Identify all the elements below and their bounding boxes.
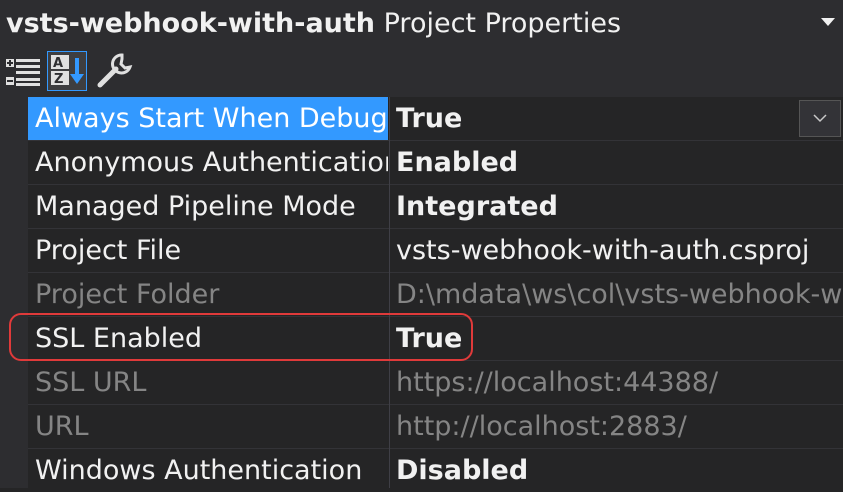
property-name[interactable]: Anonymous Authentication bbox=[28, 141, 388, 184]
property-row-url[interactable]: URL http://localhost:2883/ bbox=[28, 405, 843, 448]
property-value[interactable]: Enabled bbox=[390, 141, 843, 184]
property-pages-button[interactable] bbox=[94, 51, 134, 91]
property-name[interactable]: URL bbox=[28, 405, 388, 448]
object-selector-dropdown-icon[interactable] bbox=[821, 18, 835, 26]
chevron-down-icon bbox=[813, 114, 827, 123]
property-value[interactable]: vsts-webhook-with-auth.csproj bbox=[390, 229, 843, 272]
wrench-icon bbox=[97, 53, 133, 88]
svg-text:Z: Z bbox=[54, 72, 63, 87]
property-grid: Always Start When Debugging True Anonymo… bbox=[0, 97, 843, 488]
column-separator[interactable] bbox=[389, 97, 390, 488]
property-name[interactable]: Project Folder bbox=[28, 273, 388, 316]
alphabetical-button[interactable]: A Z bbox=[47, 51, 87, 91]
property-row-project-folder[interactable]: Project Folder D:\mdata\ws\col\vsts-webh… bbox=[28, 273, 843, 316]
property-name[interactable]: Always Start When Debugging bbox=[28, 97, 388, 140]
header-title: Project Properties bbox=[383, 8, 622, 39]
ssl-enabled-highlight-ring bbox=[9, 313, 473, 361]
property-row-windows-authentication[interactable]: Windows Authentication Disabled bbox=[28, 449, 843, 492]
alphabetical-icon: A Z bbox=[51, 55, 84, 87]
categorized-icon bbox=[6, 59, 40, 86]
property-name[interactable]: Windows Authentication bbox=[28, 449, 388, 492]
property-name[interactable]: Managed Pipeline Mode bbox=[28, 185, 388, 228]
property-value[interactable]: https://localhost:44388/ bbox=[390, 361, 843, 404]
properties-header: vsts-webhook-with-auth Project Propertie… bbox=[0, 0, 843, 47]
property-value[interactable]: Disabled bbox=[390, 449, 843, 492]
property-row-project-file[interactable]: Project File vsts-webhook-with-auth.cspr… bbox=[28, 229, 843, 272]
property-row-ssl-url[interactable]: SSL URL https://localhost:44388/ bbox=[28, 361, 843, 404]
property-row-always-start-when-debugging[interactable]: Always Start When Debugging True bbox=[28, 97, 843, 140]
project-name: vsts-webhook-with-auth bbox=[6, 8, 376, 39]
property-value[interactable]: http://localhost:2883/ bbox=[390, 405, 843, 448]
svg-text:A: A bbox=[53, 56, 63, 71]
categorized-button[interactable] bbox=[4, 51, 44, 91]
property-row-managed-pipeline-mode[interactable]: Managed Pipeline Mode Integrated bbox=[28, 185, 843, 228]
property-value[interactable]: D:\mdata\ws\col\vsts-webhook-w bbox=[390, 273, 843, 316]
property-name[interactable]: Project File bbox=[28, 229, 388, 272]
value-dropdown-button[interactable] bbox=[799, 100, 841, 137]
property-row-anonymous-authentication[interactable]: Anonymous Authentication Enabled bbox=[28, 141, 843, 184]
properties-toolbar: A Z bbox=[0, 47, 843, 97]
property-value[interactable]: True bbox=[390, 97, 843, 140]
property-name[interactable]: SSL URL bbox=[28, 361, 388, 404]
grid-gutter bbox=[0, 97, 28, 488]
property-value[interactable]: Integrated bbox=[390, 185, 843, 228]
